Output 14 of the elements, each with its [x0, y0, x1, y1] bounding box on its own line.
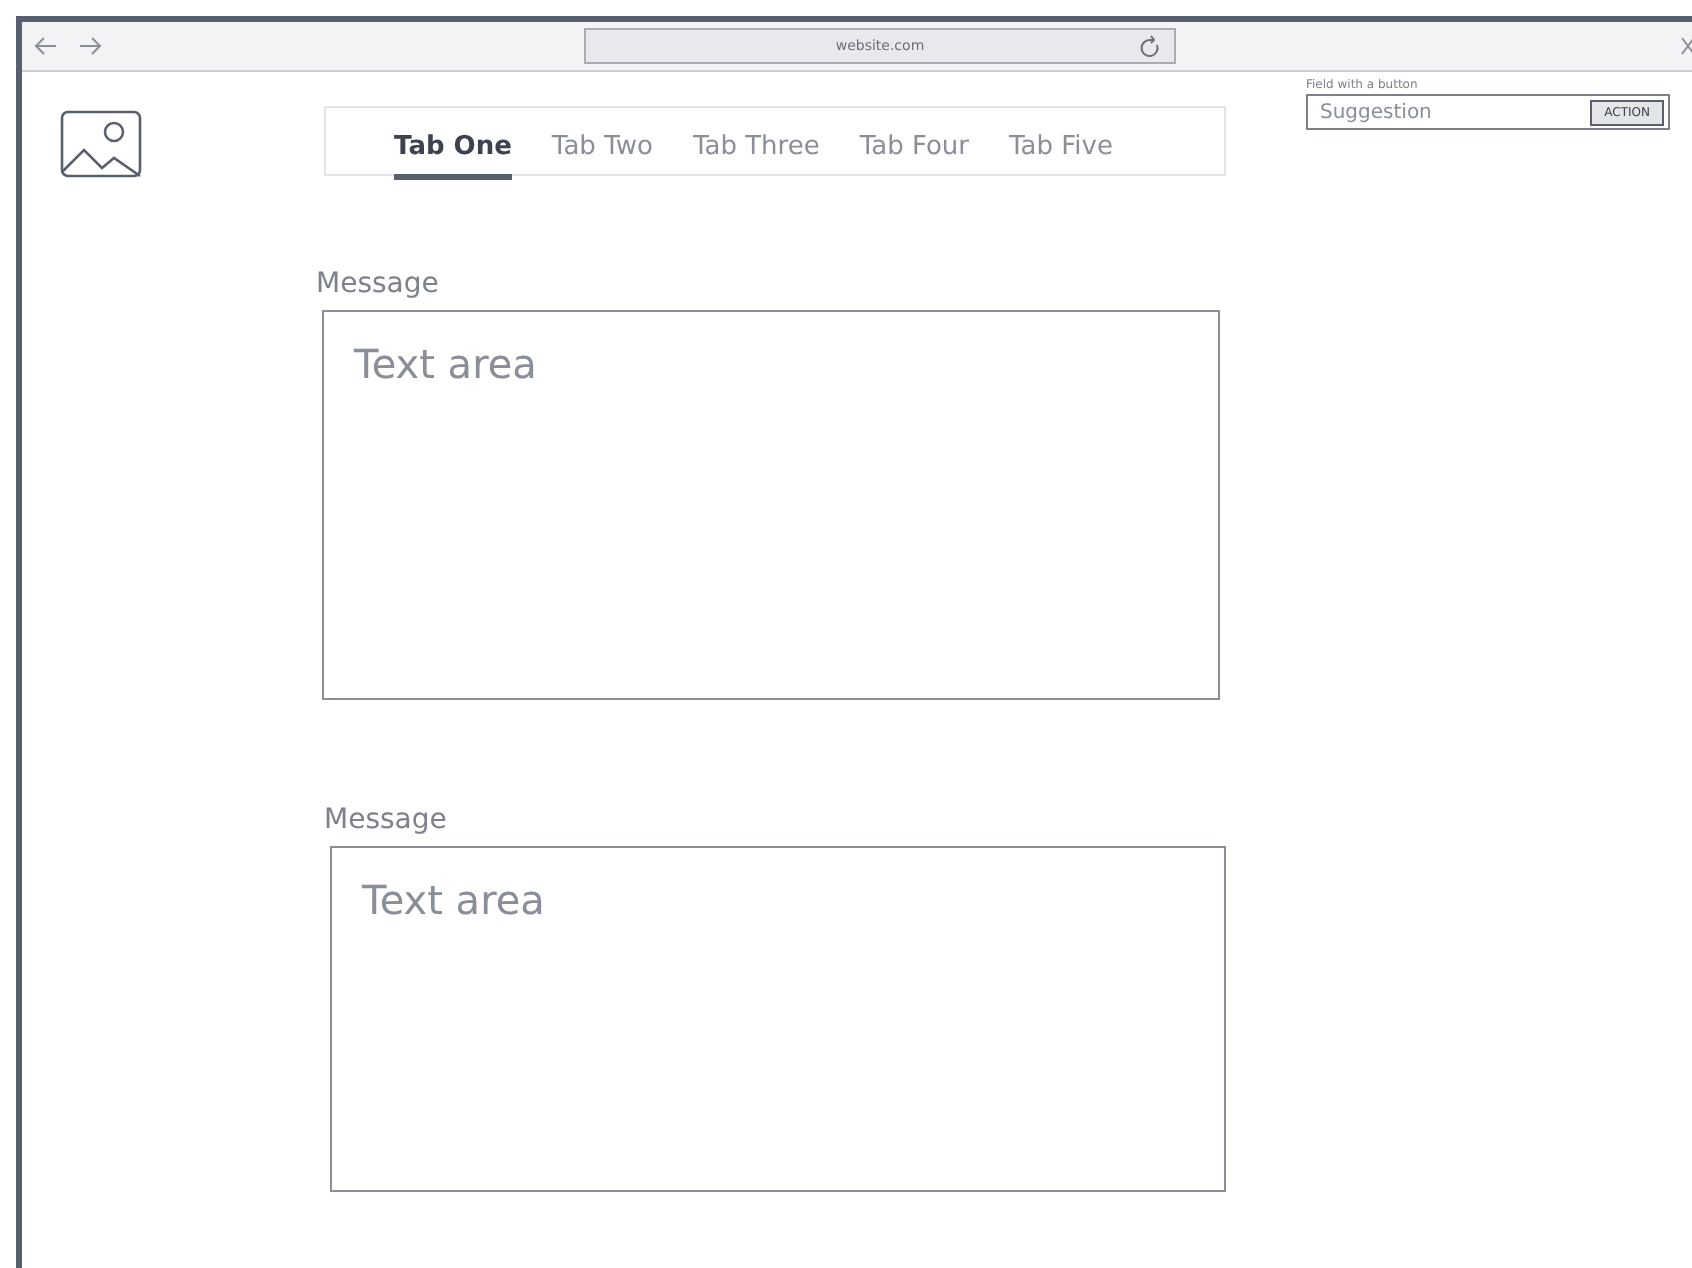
- back-icon[interactable]: [34, 36, 58, 56]
- message-label: Message: [316, 268, 441, 300]
- text-area[interactable]: Text area: [322, 310, 1220, 700]
- close-icon[interactable]: [1680, 36, 1692, 56]
- tab[interactable]: Tab Four: [859, 115, 970, 179]
- image-icon: [60, 110, 142, 178]
- message-label: Message: [324, 804, 449, 836]
- tab[interactable]: Tab Two: [551, 115, 653, 179]
- tab[interactable]: Tab One: [394, 115, 512, 179]
- reload-icon[interactable]: [1138, 34, 1162, 60]
- text-area[interactable]: Text area: [330, 846, 1226, 1192]
- forward-icon[interactable]: [78, 36, 102, 56]
- tab[interactable]: Tab Five: [1009, 115, 1113, 179]
- tab[interactable]: Tab Three: [692, 115, 820, 179]
